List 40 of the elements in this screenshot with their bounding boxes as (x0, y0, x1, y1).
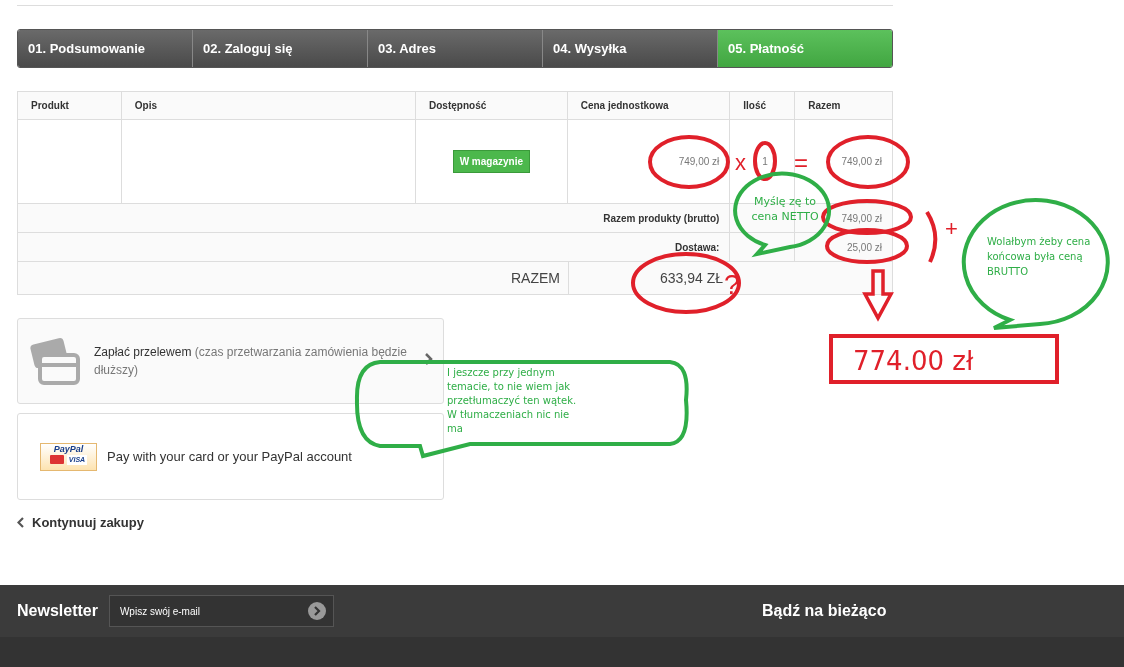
card-icon (30, 337, 80, 385)
summary-label: Razem produkty (brutto) (603, 211, 720, 226)
stock-badge: W magazynie (452, 150, 530, 173)
bracket-drawing (925, 211, 938, 263)
annotation-mark: + (945, 215, 958, 243)
annotation-note: Wolałbym żeby cena końcowa była ceną BRUTTO (987, 235, 1092, 279)
checkout-step[interactable]: 02. Zaloguj się (192, 30, 367, 67)
unit-price: 749,00 zł (678, 155, 720, 169)
quantity: 1 (762, 155, 768, 169)
continue-shopping-link[interactable]: Kontynuuj zakupy (32, 513, 144, 533)
payment-option[interactable]: Zapłać przelewem (czas przetwarzania zamówienia będzie dłuższy) (17, 318, 444, 404)
checkout-step[interactable]: 01. Podsumowanie (18, 30, 192, 67)
annotation-mark: = (794, 148, 808, 178)
line-total: 749,00 zł (841, 155, 882, 169)
checkout-step[interactable]: 03. Adres (367, 30, 542, 67)
payment-label: Pay with your card or your PayPal account (107, 447, 352, 466)
annotation-mark: x (735, 149, 746, 177)
annotation-result: 774.00 zł (853, 345, 974, 378)
annotation-note: Myślę zę to cena NETTO (750, 194, 820, 224)
payment-label: Zapłać przelewem (czas przetwarzania zamówienia będzie dłuższy) (94, 344, 408, 379)
total-value: 633,94 ZŁ (659, 268, 723, 288)
column-header: Produkt (30, 99, 70, 113)
down-arrow-drawing (862, 269, 894, 322)
column-header: Ilość (729, 92, 795, 119)
column-header: Cena jednostkowa (566, 92, 730, 119)
checkout-step[interactable]: 04. Wysyłka (542, 30, 717, 67)
annotation-note: I jeszcze przy jednym temacie, to nie wiem jak przetłumaczyć ten wątek. W tłumaczeniach nic nie ma (447, 366, 578, 436)
arrow-right-icon[interactable] (307, 602, 326, 620)
column-header: Dostępność (415, 92, 567, 119)
summary-value: 25,00 zł (846, 240, 882, 255)
column-header: Razem (794, 92, 892, 119)
summary-label: Dostawa: (674, 240, 720, 255)
newsletter-title: Newsletter (17, 601, 98, 621)
column-header: Opis (120, 92, 416, 119)
annotation-circle (753, 141, 777, 181)
chevron-left-icon (17, 517, 24, 529)
total-label: RAZEM (511, 268, 560, 288)
footer-heading: Bądź na bieżąco (761, 601, 887, 621)
email-field[interactable]: Wpisz swój e-mail (108, 595, 334, 627)
summary-value: 749,00 zł (841, 211, 882, 226)
